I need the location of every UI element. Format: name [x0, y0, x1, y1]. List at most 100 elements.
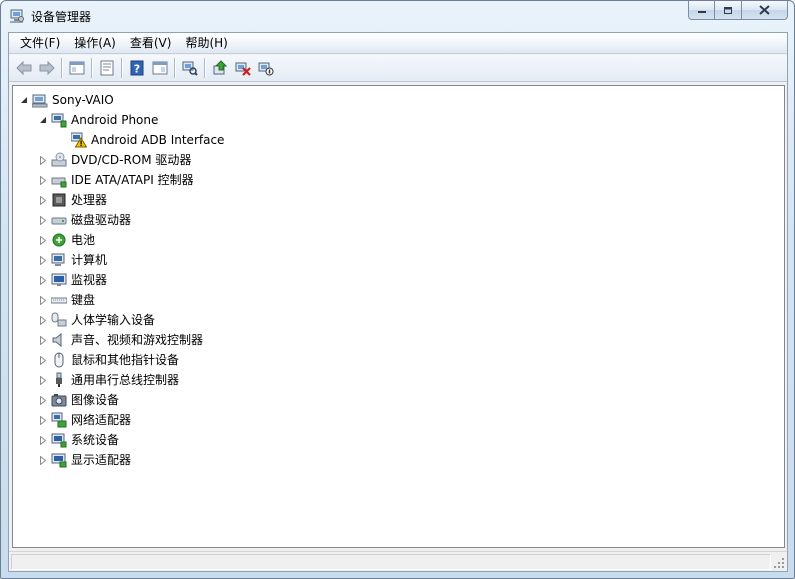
collapsed-triangle-icon — [39, 275, 46, 285]
caption-buttons — [688, 1, 788, 21]
system-device-icon — [51, 433, 67, 448]
properties-button[interactable] — [95, 57, 118, 79]
status-bar — [9, 551, 787, 571]
collapsed-triangle-icon — [39, 415, 46, 425]
uninstall-button[interactable] — [231, 57, 254, 79]
expand-toggle[interactable] — [38, 235, 47, 245]
device-manager-icon — [10, 9, 24, 23]
tree-node-hid[interactable]: 人体学输入设备 — [38, 310, 155, 330]
disk-drive-icon — [51, 217, 67, 225]
tree-node-label: 网络适配器 — [71, 413, 132, 427]
tree-node-display-adapters[interactable]: 显示适配器 — [38, 450, 131, 470]
warning-device-icon — [71, 132, 87, 148]
collapsed-triangle-icon — [39, 315, 46, 325]
keyboard-icon — [51, 297, 67, 304]
scan-hardware-changes-button[interactable] — [178, 57, 201, 79]
expand-toggle[interactable] — [38, 415, 47, 425]
svg-text:?: ? — [133, 63, 139, 76]
window-title: 设备管理器 — [31, 10, 92, 24]
minimize-icon — [697, 11, 706, 13]
toolbar: ? — [9, 55, 787, 82]
show-hide-console-tree-icon — [69, 61, 84, 75]
forward-button[interactable] — [35, 57, 58, 79]
collapse-toggle[interactable] — [19, 96, 28, 105]
tree-node-sound-video-game[interactable]: 声音、视频和游戏控制器 — [38, 330, 203, 350]
expand-toggle[interactable] — [38, 275, 47, 285]
update-driver-button[interactable] — [208, 57, 231, 79]
expand-toggle[interactable] — [38, 375, 47, 385]
restore-icon — [724, 6, 732, 14]
tree-node-usb-controllers[interactable]: 通用串行总线控制器 — [38, 370, 179, 390]
expand-toggle[interactable] — [38, 215, 47, 225]
menu-file[interactable]: 文件(F) — [13, 34, 67, 53]
back-button[interactable] — [12, 57, 35, 79]
collapsed-triangle-icon — [39, 175, 46, 185]
tree-node-processor[interactable]: 处理器 — [38, 190, 107, 210]
title-bar[interactable]: 设备管理器 — [1, 1, 794, 31]
expand-toggle[interactable] — [38, 195, 47, 205]
device-tree[interactable]: Sony-VAIO Android Phone Android ADB Inte… — [12, 85, 785, 548]
tree-node-keyboard[interactable]: 键盘 — [38, 290, 95, 310]
expand-toggle[interactable] — [38, 255, 47, 265]
collapsed-triangle-icon — [39, 215, 46, 225]
expand-toggle[interactable] — [38, 175, 47, 185]
tree-node-dvd-cdrom[interactable]: DVD/CD-ROM 驱动器 — [38, 150, 191, 170]
disable-device-button[interactable] — [254, 57, 277, 79]
update-driver-icon — [213, 60, 227, 75]
usb-icon — [56, 372, 62, 387]
minimize-button[interactable] — [688, 1, 715, 20]
expand-toggle[interactable] — [38, 295, 47, 305]
dvd-drive-icon — [51, 152, 67, 167]
expand-toggle[interactable] — [38, 455, 47, 465]
expand-toggle[interactable] — [38, 435, 47, 445]
tree-node-label: Sony-VAIO — [52, 93, 114, 107]
restore-button[interactable] — [715, 1, 742, 20]
mouse-icon — [54, 352, 64, 368]
expand-toggle[interactable] — [38, 315, 47, 325]
tree-node-computer[interactable]: 计算机 — [38, 250, 107, 270]
expand-toggle[interactable] — [38, 395, 47, 405]
back-arrow-icon — [15, 60, 31, 76]
tree-node-ide-ata-atapi[interactable]: IDE ATA/ATAPI 控制器 — [38, 170, 194, 190]
collapse-toggle[interactable] — [38, 116, 47, 125]
expand-toggle[interactable] — [38, 155, 47, 165]
tree-node-label: 磁盘驱动器 — [71, 213, 132, 227]
tree-node-label: 键盘 — [71, 293, 96, 307]
tree-node-label: 声音、视频和游戏控制器 — [71, 333, 204, 347]
collapsed-triangle-icon — [39, 455, 46, 465]
collapsed-triangle-icon — [39, 435, 46, 445]
speaker-icon — [52, 332, 62, 348]
tree-node-android-adb-interface[interactable]: Android ADB Interface — [71, 130, 224, 150]
tree-node-android-phone[interactable]: Android Phone — [38, 110, 158, 130]
tree-node-imaging-devices[interactable]: 图像设备 — [38, 390, 119, 410]
show-hide-console-tree-button[interactable] — [65, 57, 88, 79]
collapsed-triangle-icon — [39, 255, 46, 265]
toolbar-separator — [91, 58, 92, 78]
expand-toggle[interactable] — [38, 355, 47, 365]
tree-node-label: Android ADB Interface — [91, 133, 225, 147]
tree-node-root[interactable]: Sony-VAIO — [19, 90, 114, 110]
close-button[interactable] — [742, 1, 788, 20]
expand-toggle[interactable] — [38, 335, 47, 345]
forward-arrow-icon — [39, 60, 55, 76]
tree-node-system-devices[interactable]: 系统设备 — [38, 430, 119, 450]
tree-node-battery[interactable]: 电池 — [38, 230, 95, 250]
collapsed-triangle-icon — [39, 235, 46, 245]
resize-grip-icon[interactable] — [773, 557, 785, 569]
toolbar-separator — [121, 58, 122, 78]
menu-action[interactable]: 操作(A) — [67, 34, 123, 53]
tree-node-monitor[interactable]: 监视器 — [38, 270, 107, 290]
tree-node-disk-drive[interactable]: 磁盘驱动器 — [38, 210, 131, 230]
phone-device-icon — [51, 113, 67, 128]
expanded-triangle-icon — [39, 117, 46, 123]
tree-node-mouse[interactable]: 鼠标和其他指针设备 — [38, 350, 179, 370]
help-icon: ? — [130, 60, 143, 76]
battery-icon — [52, 233, 66, 247]
show-action-pane-button[interactable] — [148, 57, 171, 79]
tree-node-network-adapters[interactable]: 网络适配器 — [38, 410, 131, 430]
help-button[interactable]: ? — [125, 57, 148, 79]
menu-help[interactable]: 帮助(H) — [178, 34, 234, 53]
tree-node-label: 系统设备 — [71, 433, 120, 447]
toolbar-separator — [204, 58, 205, 78]
menu-view[interactable]: 查看(V) — [123, 34, 179, 53]
